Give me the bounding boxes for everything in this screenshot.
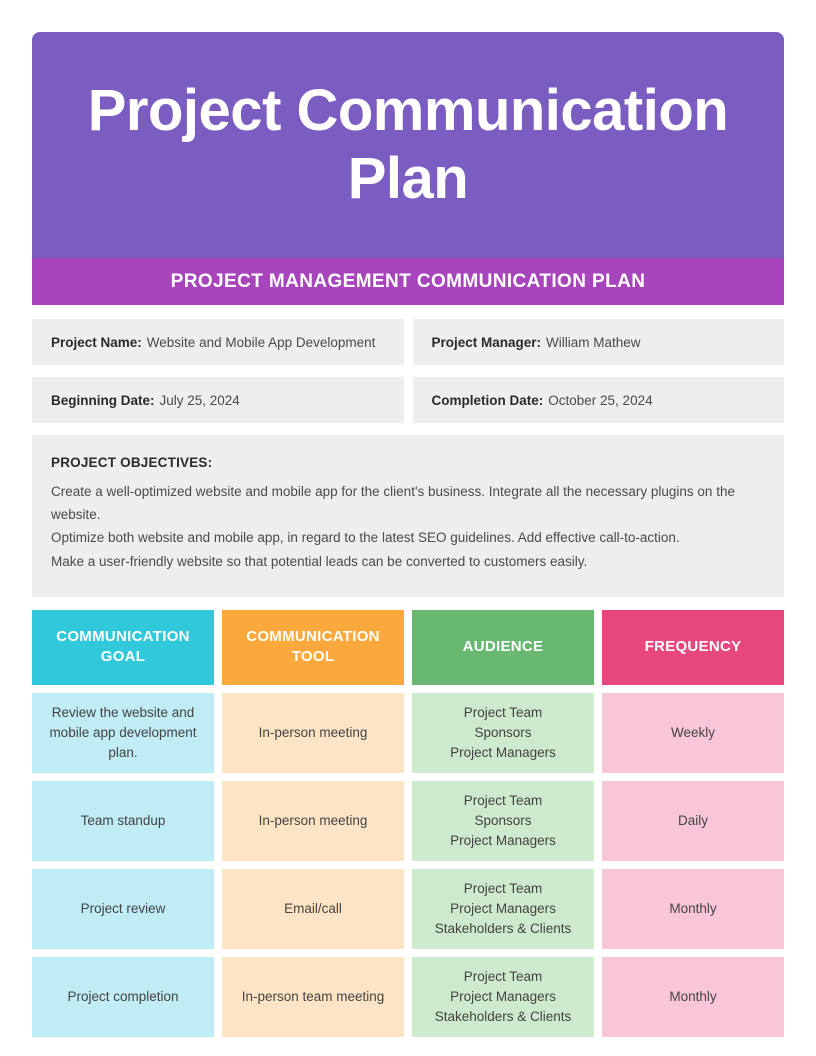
cell-audience: Project Team Project Managers Stakeholde… <box>412 868 594 949</box>
info-label: Beginning Date: <box>51 392 155 408</box>
cell-communication-goal: Project review <box>32 868 214 949</box>
page-title: Project Communication Plan <box>87 77 729 211</box>
cell-communication-tool: Email/call <box>222 868 404 949</box>
table-row: Project review Email/call Project Team P… <box>32 868 784 949</box>
objectives-line: Create a well-optimized website and mobi… <box>51 484 735 523</box>
column-header-frequency: FREQUENCY <box>602 609 784 685</box>
project-info-grid: Project Name: Website and Mobile App Dev… <box>32 319 784 423</box>
cell-frequency: Daily <box>602 780 784 861</box>
cell-frequency: Monthly <box>602 956 784 1037</box>
info-label: Completion Date: <box>431 392 544 408</box>
info-value: William Mathew <box>546 334 641 350</box>
document-page: Project Communication Plan PROJECT MANAG… <box>0 0 816 1056</box>
cell-communication-goal: Project completion <box>32 956 214 1037</box>
info-value: Website and Mobile App Development <box>146 334 376 350</box>
table-row: Project completion In-person team meetin… <box>32 956 784 1037</box>
info-row: Project Name: Website and Mobile App Dev… <box>32 319 784 365</box>
objectives-line: Make a user-friendly website so that pot… <box>51 553 588 569</box>
objectives-line: Optimize both website and mobile app, in… <box>51 530 680 546</box>
info-field-completion-date: Completion Date: October 25, 2024 <box>412 377 784 423</box>
cell-audience: Project Team Sponsors Project Managers <box>412 692 594 773</box>
cell-communication-tool: In-person meeting <box>222 692 404 773</box>
cell-frequency: Weekly <box>602 692 784 773</box>
communication-matrix: COMMUNICATION GOAL COMMUNICATION TOOL AU… <box>32 609 784 1037</box>
info-field-project-manager: Project Manager: William Mathew <box>412 319 784 365</box>
info-value: October 25, 2024 <box>548 392 653 408</box>
cell-communication-tool: In-person team meeting <box>222 956 404 1037</box>
table-row: Team standup In-person meeting Project T… <box>32 780 784 861</box>
cell-audience: Project Team Project Managers Stakeholde… <box>412 956 594 1037</box>
cell-communication-goal: Review the website and mobile app develo… <box>32 692 214 773</box>
table-row: Review the website and mobile app develo… <box>32 692 784 773</box>
info-label: Project Manager: <box>431 334 542 350</box>
cell-audience: Project Team Sponsors Project Managers <box>412 780 594 861</box>
column-header-communication-tool: COMMUNICATION TOOL <box>222 609 404 685</box>
info-row: Beginning Date: July 25, 2024 Completion… <box>32 377 784 423</box>
info-field-beginning-date: Beginning Date: July 25, 2024 <box>32 377 404 423</box>
info-label: Project Name: <box>51 334 142 350</box>
column-header-audience: AUDIENCE <box>412 609 594 685</box>
info-field-project-name: Project Name: Website and Mobile App Dev… <box>32 319 404 365</box>
project-objectives-panel: PROJECT OBJECTIVES: Create a well-optimi… <box>32 435 784 597</box>
column-header-communication-goal: COMMUNICATION GOAL <box>32 609 214 685</box>
objectives-heading: PROJECT OBJECTIVES: <box>51 455 213 470</box>
subtitle-band: PROJECT MANAGEMENT COMMUNICATION PLAN <box>32 258 784 305</box>
title-banner: Project Communication Plan <box>32 32 784 258</box>
page-subtitle: PROJECT MANAGEMENT COMMUNICATION PLAN <box>170 270 646 292</box>
info-value: July 25, 2024 <box>159 392 240 408</box>
matrix-header-row: COMMUNICATION GOAL COMMUNICATION TOOL AU… <box>32 609 784 685</box>
cell-frequency: Monthly <box>602 868 784 949</box>
cell-communication-goal: Team standup <box>32 780 214 861</box>
cell-communication-tool: In-person meeting <box>222 780 404 861</box>
